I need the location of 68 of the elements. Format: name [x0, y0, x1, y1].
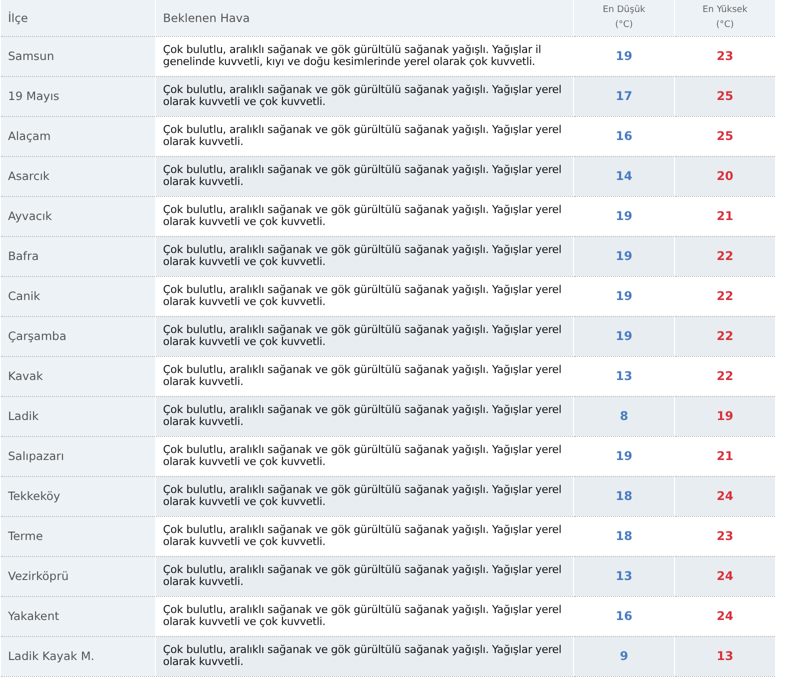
district-cell: Ladik Kayak M.: [1, 636, 156, 676]
district-cell: Ladik: [1, 396, 156, 436]
max-temp-cell: 25: [674, 116, 776, 156]
forecast-cell: Çok bulutlu, aralıklı sağanak ve gök gürültülü sağanak yağışlı. Yağışlar yerel olarak kuvvetli ve çok kuvvetli.: [156, 276, 574, 316]
max-temp-cell: 19: [674, 396, 776, 436]
forecast-cell: Çok bulutlu, aralıklı sağanak ve gök gürültülü sağanak yağışlı. Yağışlar yerel olarak kuvvetli.: [156, 396, 574, 436]
district-cell: Vezirköprü: [1, 556, 156, 596]
forecast-cell: Çok bulutlu, aralıklı sağanak ve gök gürültülü sağanak yağışlı. Yağışlar yerel olarak kuvvetli ve çok kuvvetli.: [156, 76, 574, 116]
min-temp-cell: 13: [574, 356, 674, 396]
forecast-cell: Çok bulutlu, aralıklı sağanak ve gök gürültülü sağanak yağışlı. Yağışlar yerel olarak kuvvetli ve çok kuvvetli.: [156, 436, 574, 476]
forecast-cell: Çok bulutlu, aralıklı sağanak ve gök gürültülü sağanak yağışlı. Yağışlar yerel olarak kuvvetli ve çok kuvvetli.: [156, 236, 574, 276]
district-cell: Çarşamba: [1, 316, 156, 356]
max-temp-cell: 21: [674, 436, 776, 476]
max-temp-cell: 23: [674, 36, 776, 76]
max-temp-cell: 20: [674, 156, 776, 196]
forecast-cell: Çok bulutlu, aralıklı sağanak ve gök gürültülü sağanak yağışlı. Yağışlar yerel olarak kuvvetli ve çok kuvvetli.: [156, 516, 574, 556]
district-cell: Ayvacık: [1, 196, 156, 236]
min-temp-cell: 17: [574, 76, 674, 116]
max-temp-cell: 23: [674, 516, 776, 556]
column-header: En Yüksek (°C): [674, 0, 776, 36]
max-temp-cell: 13: [674, 636, 776, 676]
min-temp-cell: 18: [574, 476, 674, 516]
district-cell: Asarcık: [1, 156, 156, 196]
min-temp-cell: 19: [574, 436, 674, 476]
forecast-cell: Çok bulutlu, aralıklı sağanak ve gök gürültülü sağanak yağışlı. Yağışlar yerel olarak kuvvetli.: [156, 556, 574, 596]
max-temp-cell: 22: [674, 356, 776, 396]
max-temp-cell: 24: [674, 556, 776, 596]
min-temp-cell: 8: [574, 396, 674, 436]
min-temp-cell: 19: [574, 236, 674, 276]
district-cell: Tekkeköy: [1, 476, 156, 516]
min-temp-cell: 19: [574, 36, 674, 76]
max-temp-cell: 24: [674, 476, 776, 516]
min-temp-cell: 19: [574, 276, 674, 316]
min-temp-cell: 9: [574, 636, 674, 676]
district-cell: Samsun: [1, 36, 156, 76]
district-cell: Salıpazarı: [1, 436, 156, 476]
column-header: Beklenen Hava: [156, 0, 574, 36]
max-temp-cell: 21: [674, 196, 776, 236]
forecast-cell: Çok bulutlu, aralıklı sağanak ve gök gürültülü sağanak yağışlı. Yağışlar yerel olarak kuvvetli ve çok kuvvetli.: [156, 196, 574, 236]
forecast-cell: Çok bulutlu, aralıklı sağanak ve gök gürültülü sağanak yağışlı. Yağışlar yerel olarak kuvvetli.: [156, 356, 574, 396]
min-temp-cell: 19: [574, 316, 674, 356]
min-temp-cell: 16: [574, 116, 674, 156]
district-cell: Canik: [1, 276, 156, 316]
forecast-cell: Çok bulutlu, aralıklı sağanak ve gök gürültülü sağanak yağışlı. Yağışlar yerel olarak kuvvetli.: [156, 636, 574, 676]
max-temp-cell: 22: [674, 276, 776, 316]
min-temp-cell: 14: [574, 156, 674, 196]
district-cell: 19 Mayıs: [1, 76, 156, 116]
forecast-cell: Çok bulutlu, aralıklı sağanak ve gök gürültülü sağanak yağışlı. Yağışlar yerel olarak kuvvetli ve çok kuvvetli.: [156, 476, 574, 516]
district-cell: Kavak: [1, 356, 156, 396]
min-temp-cell: 13: [574, 556, 674, 596]
forecast-cell: Çok bulutlu, aralıklı sağanak ve gök gürültülü sağanak yağışlı. Yağışlar yerel olarak kuvvetli.: [156, 116, 574, 156]
max-temp-cell: 22: [674, 236, 776, 276]
forecast-cell: Çok bulutlu, aralıklı sağanak ve gök gürültülü sağanak yağışlı. Yağışlar yerel olarak kuvvetli.: [156, 156, 574, 196]
district-cell: Alaçam: [1, 116, 156, 156]
forecast-cell: Çok bulutlu, aralıklı sağanak ve gök gürültülü sağanak yağışlı. Yağışlar yerel olarak kuvvetli ve çok kuvvetli.: [156, 596, 574, 636]
column-header: İlçe: [1, 0, 156, 36]
forecast-cell: Çok bulutlu, aralıklı sağanak ve gök gürültülü sağanak yağışlı. Yağışlar yerel olarak kuvvetli ve çok kuvvetli.: [156, 316, 574, 356]
max-temp-cell: 25: [674, 76, 776, 116]
max-temp-cell: 24: [674, 596, 776, 636]
district-cell: Bafra: [1, 236, 156, 276]
min-temp-cell: 16: [574, 596, 674, 636]
max-temp-cell: 22: [674, 316, 776, 356]
min-temp-cell: 18: [574, 516, 674, 556]
min-temp-cell: 19: [574, 196, 674, 236]
district-cell: Terme: [1, 516, 156, 556]
forecast-cell: Çok bulutlu, aralıklı sağanak ve gök gürültülü sağanak yağışlı. Yağışlar il genelinde kuvvetli, kıyı ve doğu kesimlerinde yerel olarak çok kuvvetli.: [156, 36, 574, 76]
district-cell: Yakakent: [1, 596, 156, 636]
column-header: En Düşük (°C): [574, 0, 674, 36]
